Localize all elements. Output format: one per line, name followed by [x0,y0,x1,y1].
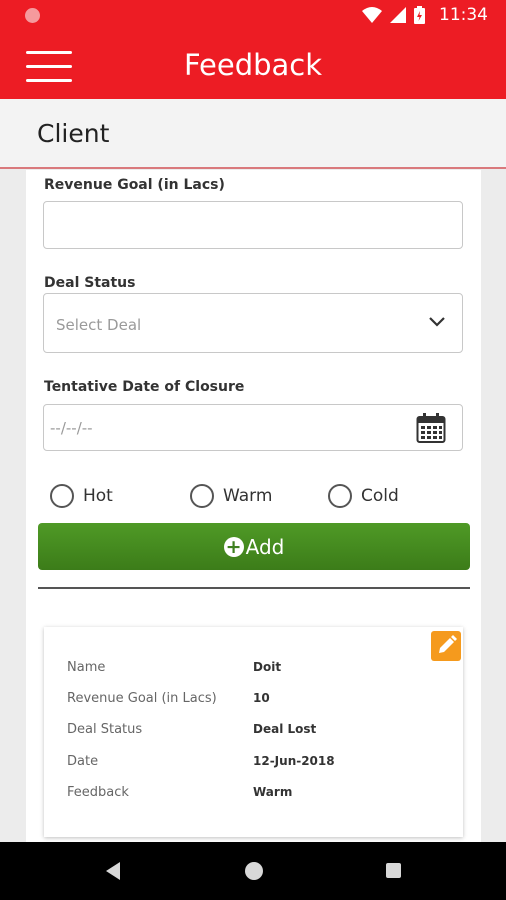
battery-icon [414,6,425,24]
status-bar: 11:34 [0,0,506,33]
closure-date-input[interactable]: --/--/-- [43,404,463,451]
add-button-label: Add [245,534,285,559]
deal-status-placeholder: Select Deal [56,316,142,334]
record-value: Deal Lost [253,722,317,736]
add-button[interactable]: + Add [38,523,470,570]
system-nav-bar [0,842,506,900]
section-header: Client [0,99,506,169]
record-key: Deal Status [67,722,143,737]
radio-circle[interactable] [50,484,74,508]
temperature-radio-group: Hot Warm Cold [50,484,470,512]
record-value: Doit [253,660,282,674]
record-key: Revenue Goal (in Lacs) [67,691,217,706]
record-row-deal-status: Deal Status Deal Lost [67,722,447,742]
radio-cold-label: Cold [361,486,399,506]
notification-dot-icon [25,8,40,23]
revenue-goal-label: Revenue Goal (in Lacs) [44,177,225,193]
record-value: 10 [253,691,270,705]
record-row-date: Date 12-Jun-2018 [67,754,447,774]
pencil-icon [439,635,457,653]
record-row-name: Name Doit [67,660,447,680]
record-value: 12-Jun-2018 [253,754,335,768]
record-row-revenue: Revenue Goal (in Lacs) 10 [67,691,447,711]
recents-icon[interactable] [386,863,401,878]
chevron-down-icon [429,317,445,327]
app-title: Feedback [183,48,323,82]
calendar-icon[interactable] [416,412,446,444]
radio-hot-label: Hot [83,486,113,506]
record-key: Name [67,660,106,675]
deal-status-label: Deal Status [44,275,136,291]
closure-date-label: Tentative Date of Closure [44,379,245,395]
radio-circle[interactable] [328,484,352,508]
revenue-goal-input[interactable] [43,201,463,249]
record-row-feedback: Feedback Warm [67,785,447,805]
divider [38,587,470,589]
record-key: Feedback [67,785,129,800]
edit-button[interactable] [431,631,461,661]
app-bar: Feedback [0,33,506,99]
record-key: Date [67,754,99,769]
record-value: Warm [253,785,293,799]
closure-date-placeholder: --/--/-- [50,419,93,437]
deal-status-select[interactable]: Select Deal [43,293,463,353]
radio-warm[interactable]: Warm [190,484,272,508]
home-icon[interactable] [245,862,263,880]
plus-circle-icon: + [223,536,244,557]
signal-icon [390,7,406,23]
radio-cold[interactable]: Cold [328,484,399,508]
feedback-record-card: Name Doit Revenue Goal (in Lacs) 10 Deal… [44,627,463,837]
radio-hot[interactable]: Hot [50,484,113,508]
wifi-icon [362,7,382,23]
status-time: 11:34 [439,5,488,25]
radio-warm-label: Warm [223,486,273,506]
back-icon[interactable] [106,862,120,880]
radio-circle[interactable] [190,484,214,508]
section-title: Client [37,119,110,148]
status-icons: 11:34 [362,5,488,25]
